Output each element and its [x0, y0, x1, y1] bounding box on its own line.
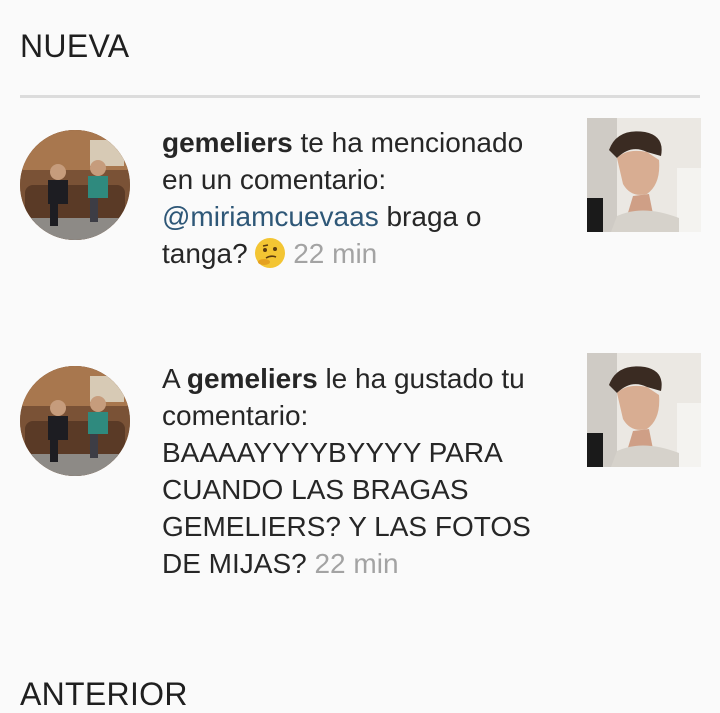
username-link[interactable]: gemeliers [162, 127, 293, 158]
post-thumbnail-icon[interactable] [587, 353, 701, 467]
notification-text: gemeliers te ha mencionado en un comenta… [162, 124, 562, 272]
username-link[interactable]: gemeliers [187, 363, 318, 394]
notification-text: A gemeliers le ha gustado tu comentario:… [162, 360, 562, 582]
notification-item[interactable]: A gemeliers le ha gustado tu comentario:… [0, 353, 720, 594]
timestamp: 22 min [314, 548, 399, 579]
user-avatar-icon[interactable] [20, 130, 130, 240]
post-thumbnail-icon[interactable] [587, 118, 701, 232]
user-avatar-icon[interactable] [20, 366, 130, 476]
section-title-new: NUEVA [20, 28, 130, 64]
notification-prefix: A [162, 363, 187, 394]
thinking-face-emoji-icon [255, 238, 286, 268]
timestamp: 22 min [293, 238, 378, 269]
section-title-previous: ANTERIOR [20, 676, 188, 712]
notification-item[interactable]: gemeliers te ha mencionado en un comenta… [0, 118, 720, 328]
section-divider [20, 95, 700, 98]
mention-link[interactable]: @miriamcuevaas [162, 201, 379, 232]
